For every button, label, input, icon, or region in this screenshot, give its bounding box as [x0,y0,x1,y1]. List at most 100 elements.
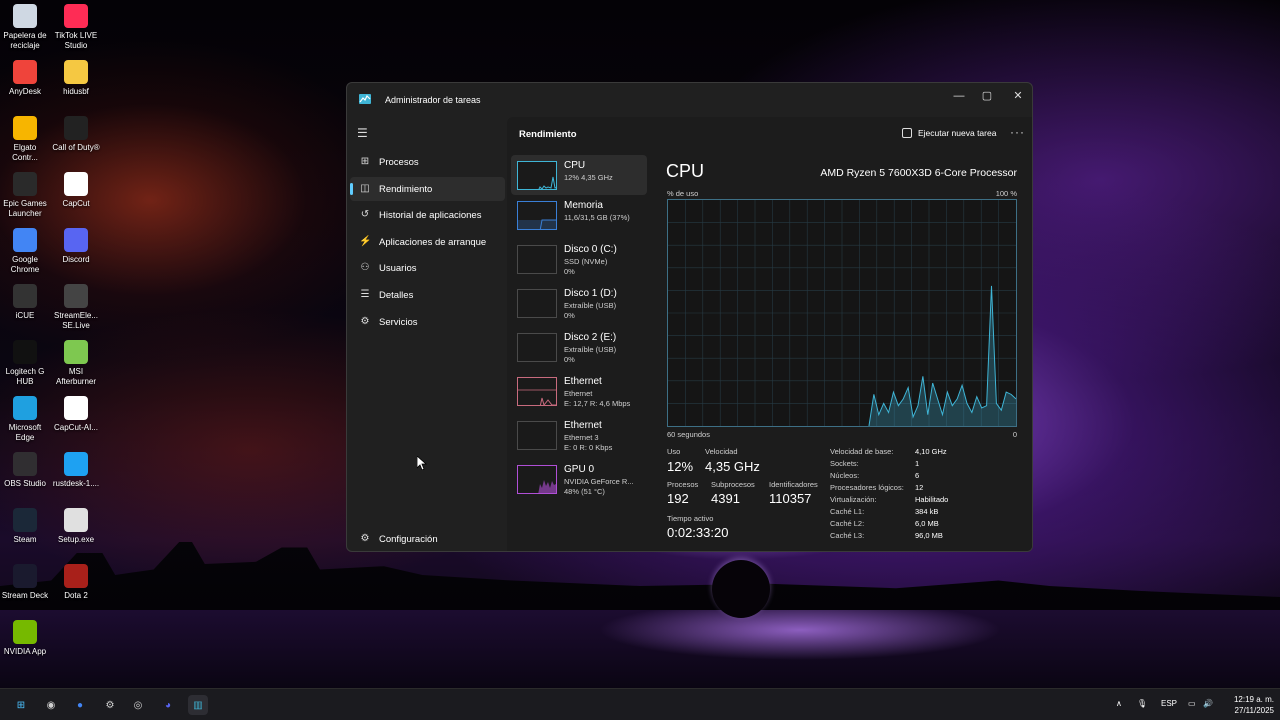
desktop-icon[interactable]: Logitech G HUB [0,340,50,387]
desktop-icon[interactable]: MSI Afterburner [51,340,101,387]
desktop-icon[interactable]: Call of Duty® [51,116,101,153]
cpu-model: AMD Ryzen 5 7600X3D 6-Core Processor [820,167,1017,179]
windows-start-icon[interactable]: ⊞ [11,695,31,715]
desktop-icon[interactable]: Epic Games Launcher [0,172,50,219]
spec-key: Caché L1: [830,507,865,516]
tiktok-icon [64,4,88,28]
clock[interactable]: 12:19 a. m. 27/11/2025 [1218,694,1274,716]
msi-afterburner-icon [64,340,88,364]
desktop-icon[interactable]: CapCut [51,172,101,209]
close-button[interactable]: ✕ [1003,87,1032,105]
task-manager-icon [359,94,371,104]
resource-thumbnail [517,245,557,274]
resource-name: GPU 0 [564,464,595,475]
resource-detail: Ethernet [564,389,593,398]
obs-icon [13,452,37,476]
resource-name: Disco 2 (E:) [564,332,617,343]
show-hidden-icons-chevron-icon[interactable]: ∧ [1116,699,1122,708]
network-icon[interactable]: ▭ [1188,699,1196,708]
hamburger-menu-icon[interactable]: ☰ [357,126,368,140]
nav-item-usuarios[interactable]: ⚇ Usuarios [350,256,505,280]
resource-detail: 0% [564,267,575,276]
desktop-icon[interactable]: Microsoft Edge [0,396,50,443]
anydesk-icon [13,60,37,84]
language-indicator[interactable]: ESP [1161,699,1177,708]
steam-icon [13,508,37,532]
spec-value: 6 [915,471,920,480]
folder-icon [64,60,88,84]
desktop-icon[interactable]: NVIDIA App [0,620,50,657]
desktop-icon[interactable]: Setup.exe [51,508,101,545]
nav-item-rendimiento[interactable]: ◫ Rendimiento [350,176,505,201]
nav-item-historial-de-aplicaciones[interactable]: ↺ Historial de aplicaciones [350,203,505,227]
desktop-icon[interactable]: Discord [51,228,101,265]
resource-item-disco-0-c-[interactable]: Disco 0 (C:) SSD (NVMe) 0% [511,239,647,279]
desktop-icon[interactable]: Steam [0,508,50,545]
discord-taskbar-icon[interactable]: ◕ [158,695,178,715]
page-title: Rendimiento [519,129,577,140]
desktop-icon[interactable]: Papelera de reciclaje [0,4,50,51]
desktop-icon[interactable]: rustdesk-1.... [51,452,101,489]
graph-y-label: % de uso [667,189,699,198]
desktop-icon[interactable]: iCUE [0,284,50,321]
resource-item-ethernet[interactable]: Ethernet Ethernet 3 E: 0 R: 0 Kbps [511,415,647,455]
desktop-icon[interactable]: CapCut-AI... [51,396,101,433]
streamelements-icon [64,284,88,308]
desktop-icon[interactable]: Elgato Contr... [0,116,50,163]
resource-item-gpu-0[interactable]: GPU 0 NVIDIA GeForce R... 48% (51 °C) [511,459,647,499]
title-bar[interactable]: Administrador de tareas — ▢ ✕ [347,83,1032,117]
nav-item-label: Configuración [379,534,438,545]
resource-thumbnail [517,333,557,362]
nav-item-procesos[interactable]: ⊞ Procesos [350,150,505,174]
resource-item-disco-1-d-[interactable]: Disco 1 (D:) Extraíble (USB) 0% [511,283,647,323]
more-options-icon[interactable]: ··· [1010,125,1025,139]
microphone-icon[interactable]: 🎙 [1137,699,1147,708]
desktop-icon-label: Papelera de reciclaje [3,31,47,50]
threads-value: 4391 [711,491,740,506]
minimize-button[interactable]: — [944,87,974,105]
cpu-detail: CPU AMD Ryzen 5 7600X3D 6-Core Processor… [663,155,1023,551]
resource-item-disco-2-e-[interactable]: Disco 2 (E:) Extraíble (USB) 0% [511,327,647,367]
resource-item-ethernet[interactable]: Ethernet Ethernet E: 12,7 R: 4,6 Mbps [511,371,647,411]
maximize-button[interactable]: ▢ [972,87,1002,105]
cpu-usage-graph [667,199,1017,427]
desktop-icon-label: Setup.exe [57,535,95,544]
resource-thumbnail [517,201,557,230]
nav-item-label: Procesos [379,157,419,168]
nav-item-servicios[interactable]: ⚙ Servicios [350,310,505,334]
resource-item-memoria[interactable]: Memoria 11,6/31,5 GB (37%) [511,195,647,235]
resource-detail: 11,6/31,5 GB (37%) [564,213,630,222]
dota2-icon [64,564,88,588]
steam-taskbar-icon[interactable]: ⚙ [100,695,120,715]
nav-item-aplicaciones-de-arranque[interactable]: ⚡ Aplicaciones de arranque [350,230,505,254]
desktop-icon[interactable]: hidusbf [51,60,101,97]
call-of-duty-icon [64,116,88,140]
obs-taskbar-icon[interactable]: ◉ [41,695,61,715]
resource-thumbnail [517,421,557,450]
spec-value: 12 [915,483,924,492]
speed-label: Velocidad [705,447,738,456]
run-new-task-button[interactable]: Ejecutar nueva tarea [902,128,996,138]
volume-icon[interactable]: 🔊 [1203,699,1213,708]
nav-item-settings[interactable]: ⚙ Configuración [350,527,505,551]
uptime-value: 0:02:33:20 [667,525,729,540]
task-manager-taskbar-icon[interactable]: ▥ [188,695,208,715]
resource-thumbnail [517,161,557,190]
resource-item-cpu[interactable]: CPU 12% 4,35 GHz [511,155,647,195]
desktop-icon[interactable]: OBS Studio [0,452,50,489]
desktop-icon[interactable]: TikTok LIVE Studio [51,4,101,51]
desktop-icon[interactable]: Dota 2 [51,564,101,601]
processes-value: 192 [667,491,689,506]
resource-detail: E: 0 R: 0 Kbps [564,443,613,452]
icue-taskbar-icon[interactable]: ◎ [128,695,148,715]
desktop-icon[interactable]: StreamEle... SE.Live [51,284,101,331]
chrome-taskbar-icon[interactable]: ● [70,695,90,715]
recycle-bin-icon [13,4,37,28]
desktop-icon[interactable]: AnyDesk [0,60,50,97]
discord-icon [64,228,88,252]
nav-item-detalles[interactable]: ☰ Detalles [350,283,505,307]
edge-icon [13,396,37,420]
desktop-icon[interactable]: Google Chrome [0,228,50,275]
desktop-icon[interactable]: Stream Deck [0,564,50,601]
desktop-icon-label: OBS Studio [4,479,46,488]
